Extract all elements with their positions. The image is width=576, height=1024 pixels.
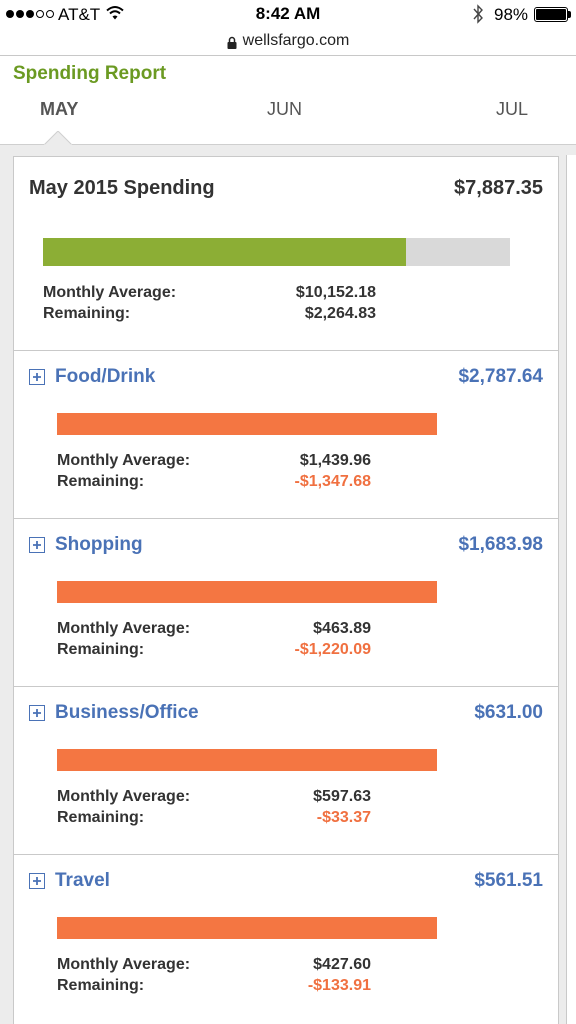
category-amount: $1,683.98: [458, 534, 543, 555]
category-progress-bar: [57, 413, 437, 435]
next-month-card-edge[interactable]: [566, 155, 576, 1024]
spending-card: May 2015 Spending $7,887.35 Monthly Aver…: [13, 156, 559, 1024]
monthly-average-label: Monthly Average:: [57, 620, 191, 637]
monthly-average-label: Monthly Average:: [57, 452, 191, 469]
category-progress-fill: [57, 413, 437, 435]
battery-icon: [534, 7, 572, 22]
tab-jul[interactable]: JUL: [496, 99, 528, 120]
summary-progress-bar: [43, 238, 510, 266]
remaining-label: Remaining:: [43, 305, 131, 322]
page-title: Spending Report: [13, 63, 167, 84]
monthly-average-value: $1,439.96: [299, 452, 371, 469]
summary-total: $7,887.35: [454, 177, 543, 199]
monthly-average-value: $597.63: [313, 788, 371, 805]
active-tab-pointer: [44, 131, 72, 145]
bluetooth-icon: [473, 4, 483, 24]
url-text: wellsfargo.com: [242, 32, 350, 49]
address-bar[interactable]: wellsfargo.com: [0, 28, 576, 54]
category-progress-fill: [57, 581, 437, 603]
monthly-average-value: $10,152.18: [295, 284, 376, 301]
remaining-label: Remaining:: [57, 473, 145, 490]
status-bar: AT&T 8:42 AM 98%: [0, 0, 576, 28]
monthly-average-value: $463.89: [313, 620, 371, 637]
remaining-label: Remaining:: [57, 641, 145, 658]
battery-percentage: 98%: [494, 5, 529, 24]
summary-progress-fill: [43, 238, 406, 266]
monthly-average-value: $427.60: [313, 956, 371, 973]
remaining-label: Remaining:: [57, 977, 145, 994]
category-name[interactable]: Business/Office: [55, 702, 199, 724]
category-name[interactable]: Food/Drink: [55, 366, 155, 388]
remaining-value: -$1,220.09: [294, 641, 371, 658]
clock: 8:42 AM: [255, 4, 321, 23]
category-progress-bar: [57, 581, 437, 603]
category-progress-fill: [57, 749, 437, 771]
tab-may[interactable]: MAY: [40, 99, 78, 120]
summary-title: May 2015 Spending: [29, 177, 215, 199]
category-travel[interactable]: Travel $561.51 Monthly Average: $427.60 …: [14, 855, 558, 1023]
lock-icon: [227, 36, 237, 49]
plus-box-icon[interactable]: [29, 873, 45, 889]
category-progress-bar: [57, 749, 437, 771]
category-food-drink[interactable]: Food/Drink $2,787.64 Monthly Average: $1…: [14, 351, 558, 519]
remaining-label: Remaining:: [57, 809, 145, 826]
category-amount: $2,787.64: [458, 366, 543, 387]
plus-box-icon[interactable]: [29, 705, 45, 721]
category-shopping[interactable]: Shopping $1,683.98 Monthly Average: $463…: [14, 519, 558, 687]
category-name[interactable]: Travel: [55, 870, 110, 892]
category-amount: $631.00: [474, 702, 543, 723]
remaining-value: -$33.37: [316, 809, 371, 826]
plus-box-icon[interactable]: [29, 537, 45, 553]
tab-jun[interactable]: JUN: [267, 99, 302, 120]
category-business-office[interactable]: Business/Office $631.00 Monthly Average:…: [14, 687, 558, 855]
plus-box-icon[interactable]: [29, 369, 45, 385]
remaining-value: -$1,347.68: [294, 473, 371, 490]
monthly-average-label: Monthly Average:: [57, 956, 191, 973]
category-name[interactable]: Shopping: [55, 534, 143, 556]
remaining-value: $2,264.83: [304, 305, 376, 322]
remaining-value: -$133.91: [307, 977, 371, 994]
category-progress-fill: [57, 917, 437, 939]
monthly-average-label: Monthly Average:: [43, 284, 177, 301]
category-progress-bar: [57, 917, 437, 939]
monthly-average-label: Monthly Average:: [57, 788, 191, 805]
browser-chrome-divider: [0, 55, 576, 56]
category-amount: $561.51: [474, 870, 543, 891]
